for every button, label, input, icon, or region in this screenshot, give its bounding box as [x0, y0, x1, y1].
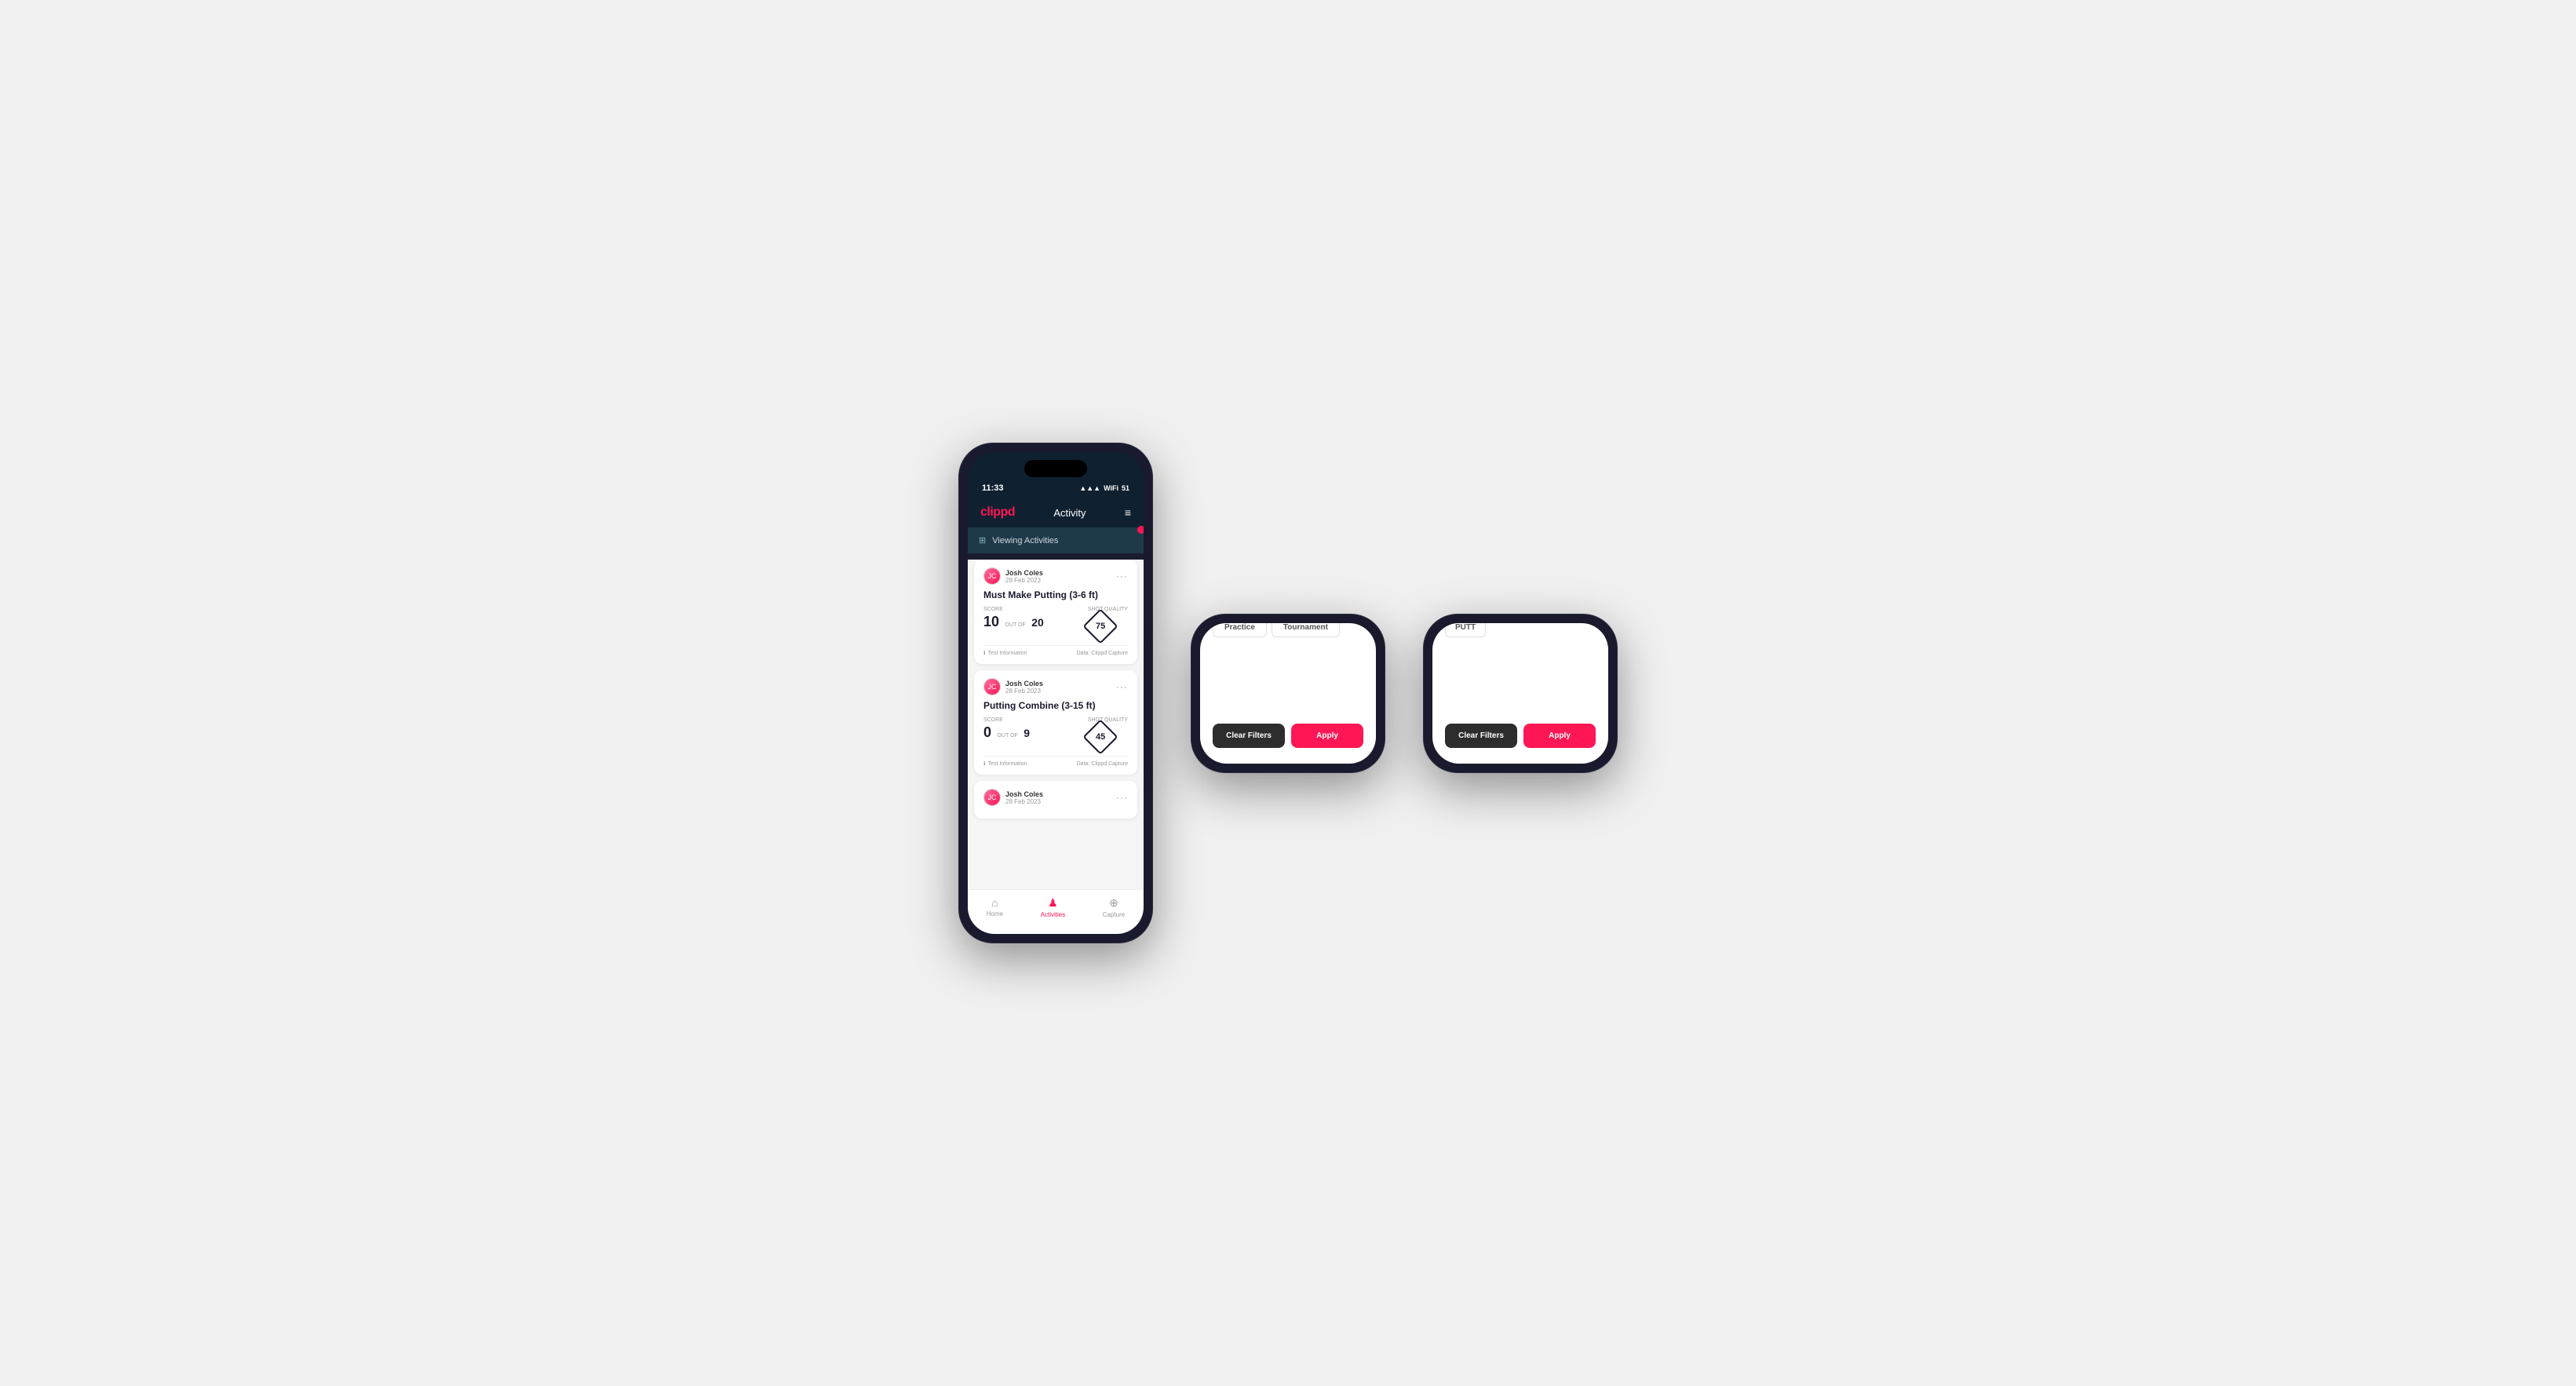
capture-icon: ⊕: [1109, 896, 1118, 910]
hamburger-icon-1[interactable]: ≡: [1125, 506, 1131, 519]
user-name-2: Josh Coles: [1005, 680, 1043, 688]
practice-round-button-2[interactable]: Practice: [1213, 623, 1267, 637]
filter-drills-section-3: Practice Drills OTT APP ARG PUTT: [1445, 623, 1596, 637]
score-label-2: Score: [983, 717, 1088, 723]
score-value-2: 0: [983, 724, 991, 740]
activity-title-2: Putting Combine (3-15 ft): [983, 700, 1128, 711]
activities-icon: ♟: [1048, 896, 1058, 910]
phone-2: 11:33 ▲▲▲ WiFi 51 clippd Activity ≡ ⊞ Vi…: [1191, 614, 1385, 773]
viewing-bar-text-1: Viewing Activities: [992, 536, 1058, 545]
shots-value-1: 20: [1031, 616, 1044, 629]
user-date-1: 28 Feb 2023: [1005, 577, 1043, 584]
bottom-nav-1: ⌂ Home ♟ Activities ⊕ Capture: [968, 889, 1144, 934]
apply-button-2[interactable]: Apply: [1291, 724, 1363, 748]
signal-icon: ▲▲▲: [1079, 484, 1100, 492]
scene: 11:33 ▲▲▲ WiFi 51 clippd Activity ≡ ⊞ Vi…: [911, 396, 1665, 990]
user-date-3: 28 Feb 2023: [1005, 798, 1043, 805]
shots-value-2: 9: [1023, 727, 1030, 739]
user-info-2: JC Josh Coles 28 Feb 2023: [983, 678, 1043, 695]
drill-buttons-3: OTT APP ARG PUTT: [1445, 623, 1596, 637]
footer-right-2: Data: Clippd Capture: [1077, 761, 1128, 767]
more-options-2[interactable]: ···: [1116, 681, 1128, 692]
screen-content-1: JC Josh Coles 28 Feb 2023 ··· Must Make …: [968, 560, 1144, 889]
filter-modal-3: Filter ✕ Show Rounds Practice Drills Pra…: [1432, 623, 1608, 764]
user-info-3: JC Josh Coles 28 Feb 2023: [983, 789, 1043, 806]
more-options-1[interactable]: ···: [1116, 571, 1128, 582]
user-info-1: JC Josh Coles 28 Feb 2023: [983, 567, 1043, 585]
avatar-1: JC: [983, 567, 1001, 585]
viewing-bar-icon-1: ⊞: [979, 535, 986, 545]
stats-row-1: Score 10 OUT OF 20 Shot Quality 75: [983, 607, 1128, 639]
apply-button-3[interactable]: Apply: [1523, 724, 1596, 748]
info-icon-2: ℹ: [983, 760, 986, 767]
user-date-2: 28 Feb 2023: [1005, 688, 1043, 695]
nav-bar-1: clippd Activity ≡: [968, 499, 1144, 527]
info-icon-1: ℹ: [983, 650, 986, 656]
tournament-button-2[interactable]: Tournament: [1272, 623, 1340, 637]
activity-title-1: Must Make Putting (3-6 ft): [983, 589, 1128, 600]
user-name-1: Josh Coles: [1005, 569, 1043, 577]
clear-filters-button-3[interactable]: Clear Filters: [1445, 724, 1517, 748]
footer-right-1: Data: Clippd Capture: [1077, 651, 1128, 656]
card-footer-2: ℹ Test Information Data: Clippd Capture: [983, 756, 1128, 767]
status-time-1: 11:33: [982, 483, 1004, 493]
avatar-3: JC: [983, 789, 1001, 806]
user-name-3: Josh Coles: [1005, 790, 1043, 798]
viewing-bar-1[interactable]: ⊞ Viewing Activities: [968, 527, 1144, 553]
footer-left-2: ℹ Test Information: [983, 760, 1027, 767]
dynamic-island: [1024, 460, 1087, 477]
battery-icon: 51: [1122, 484, 1129, 492]
activity-card-1[interactable]: JC Josh Coles 28 Feb 2023 ··· Must Make …: [974, 560, 1137, 664]
nav-home[interactable]: ⌂ Home: [987, 896, 1003, 918]
modal-actions-3: Clear Filters Apply: [1445, 724, 1596, 748]
out-of-label-1: OUT OF: [1005, 622, 1025, 629]
score-value-1: 10: [983, 614, 999, 629]
activities-label: Activities: [1041, 911, 1066, 918]
modal-actions-2: Clear Filters Apply: [1213, 724, 1363, 748]
nav-title-1: Activity: [1053, 507, 1085, 519]
shot-quality-label-2: Shot Quality: [1088, 717, 1128, 723]
shot-quality-badge-1: 75: [1082, 608, 1118, 644]
wifi-icon: WiFi: [1104, 484, 1118, 492]
out-of-label-2: OUT OF: [997, 733, 1017, 740]
phone-1: 11:33 ▲▲▲ WiFi 51 clippd Activity ≡ ⊞ Vi…: [958, 443, 1153, 943]
nav-capture[interactable]: ⊕ Capture: [1103, 896, 1125, 918]
avatar-2: JC: [983, 678, 1001, 695]
home-icon: ⌂: [991, 896, 998, 909]
notification-dot-1: [1137, 526, 1144, 534]
logo-1: clippd: [980, 505, 1015, 520]
phone-3: 11:33 ▲▲▲ WiFi 51 clippd Activity ≡ ⊞ Vi…: [1423, 614, 1618, 773]
activity-card-2[interactable]: JC Josh Coles 28 Feb 2023 ··· Putting Co…: [974, 670, 1137, 775]
nav-activities[interactable]: ♟ Activities: [1041, 896, 1066, 918]
home-label: Home: [987, 910, 1003, 917]
filter-modal-2: Filter ✕ Show Rounds Practice Drills Rou…: [1200, 623, 1376, 764]
status-icons-1: ▲▲▲ WiFi 51: [1079, 484, 1129, 492]
footer-left-1: ℹ Test Information: [983, 650, 1027, 656]
putt-button[interactable]: PUTT: [1445, 623, 1486, 637]
clear-filters-button-2[interactable]: Clear Filters: [1213, 724, 1285, 748]
round-buttons-2: Practice Tournament: [1213, 623, 1363, 637]
capture-label: Capture: [1103, 911, 1125, 918]
shot-quality-label-1: Shot Quality: [1088, 607, 1128, 612]
more-options-3[interactable]: ···: [1116, 792, 1128, 803]
stats-row-2: Score 0 OUT OF 9 Shot Quality 45: [983, 717, 1128, 750]
filter-rounds-section-2: Rounds Practice Tournament: [1213, 623, 1363, 637]
card-footer-1: ℹ Test Information Data: Clippd Capture: [983, 645, 1128, 656]
shot-quality-badge-2: 45: [1082, 719, 1118, 754]
activity-card-3[interactable]: JC Josh Coles 28 Feb 2023 ···: [974, 781, 1137, 819]
score-label-1: Score: [983, 607, 1088, 612]
